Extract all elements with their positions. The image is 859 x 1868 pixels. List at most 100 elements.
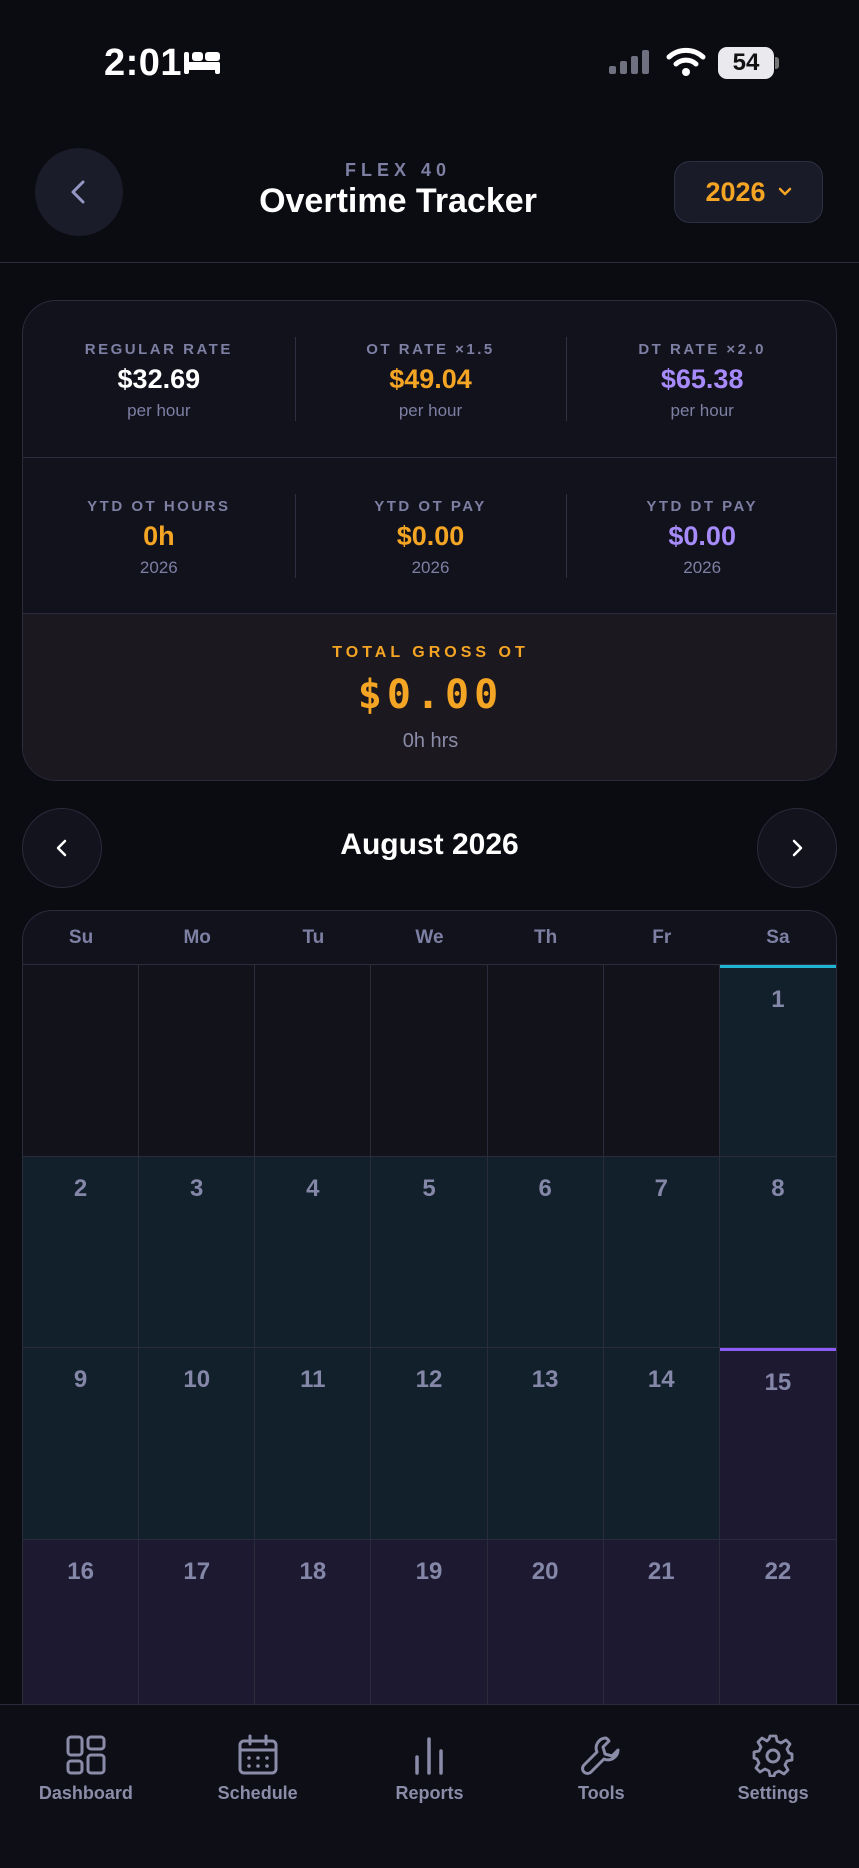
- bottom-tab-bar: Dashboard Schedule Reports Tools Setting…: [0, 1704, 859, 1868]
- day-cell[interactable]: 1: [719, 965, 836, 1157]
- calendar-week: 16 17 18 19 20 21 22: [23, 1539, 836, 1710]
- stat-sub: per hour: [670, 401, 734, 420]
- rates-row: REGULAR RATE $32.69 per hour OT RATE ×1.…: [23, 301, 836, 457]
- battery-indicator: 54: [718, 47, 780, 79]
- year-select[interactable]: 2026: [674, 161, 823, 223]
- day-cell[interactable]: 17: [139, 1539, 256, 1710]
- empty-day-cell: [23, 965, 140, 1157]
- regular-rate-stat: REGULAR RATE $32.69 per hour: [23, 301, 295, 457]
- day-cell[interactable]: 13: [487, 1348, 604, 1540]
- tab-label: Schedule: [217, 1783, 298, 1803]
- day-cell[interactable]: 18: [255, 1539, 372, 1710]
- day-cell[interactable]: 16: [23, 1539, 140, 1710]
- stat-value: $0.00: [668, 521, 736, 551]
- weekday-label: Fr: [652, 927, 672, 948]
- month-navigation: August 2026: [0, 808, 859, 888]
- day-cell[interactable]: 2: [23, 1156, 140, 1348]
- tab-dashboard[interactable]: Dashboard: [0, 1705, 172, 1868]
- year-value: 2026: [705, 176, 766, 207]
- day-cell[interactable]: 22: [719, 1539, 836, 1710]
- day-cell[interactable]: 11: [255, 1348, 372, 1540]
- stat-value: $49.04: [389, 364, 472, 394]
- day-cell[interactable]: 6: [487, 1156, 604, 1348]
- stat-label: YTD OT HOURS: [87, 498, 231, 515]
- tab-reports[interactable]: Reports: [344, 1705, 516, 1868]
- ytd-dt-pay-stat: YTD DT PAY $0.00 2026: [566, 458, 836, 613]
- calendar-week: 2 3 4 5 6 7 8: [23, 1156, 836, 1348]
- stat-label: YTD OT PAY: [374, 498, 487, 515]
- stat-label: OT RATE ×1.5: [366, 341, 495, 358]
- day-cell[interactable]: 5: [371, 1156, 488, 1348]
- day-cell[interactable]: 9: [23, 1348, 140, 1540]
- stat-label: REGULAR RATE: [84, 341, 233, 358]
- day-cell[interactable]: 15: [719, 1348, 836, 1540]
- calendar-week: 9 10 11 12 13 14 15: [23, 1348, 836, 1540]
- tab-settings[interactable]: Settings: [687, 1705, 859, 1868]
- ytd-row: YTD OT HOURS 0h 2026 YTD OT PAY $0.00 20…: [23, 457, 836, 613]
- tab-label: Dashboard: [38, 1783, 133, 1803]
- gear-icon: [752, 1734, 794, 1777]
- day-cell[interactable]: 7: [603, 1156, 720, 1348]
- day-cell[interactable]: 20: [487, 1539, 604, 1710]
- cellular-signal-icon: [609, 50, 649, 74]
- stat-sub: per hour: [398, 401, 463, 420]
- weekday-label: We: [415, 927, 444, 948]
- day-cell[interactable]: 12: [371, 1348, 488, 1540]
- empty-day-cell: [371, 965, 488, 1157]
- day-cell[interactable]: 8: [719, 1156, 836, 1348]
- stat-value: $32.69: [117, 364, 201, 394]
- ot-rate-stat: OT RATE ×1.5 $49.04 per hour: [294, 301, 567, 457]
- calendar-icon: [238, 1734, 278, 1775]
- dashboard-icon: [66, 1735, 106, 1775]
- total-gross-ot: TOTAL GROSS OT $0.00 0h hrs: [23, 613, 836, 780]
- chevron-down-icon: [778, 187, 791, 196]
- empty-day-cell: [603, 965, 720, 1157]
- stat-value: $0.00: [396, 521, 465, 551]
- weekday-label: Tu: [302, 927, 325, 948]
- ytd-ot-pay-stat: YTD OT PAY $0.00 2026: [294, 458, 567, 613]
- battery-level: 54: [732, 49, 760, 76]
- total-hours: 0h hrs: [402, 730, 459, 752]
- weekday-label: Su: [68, 927, 94, 948]
- day-cell[interactable]: 3: [139, 1156, 256, 1348]
- weekday-label: Sa: [766, 927, 790, 948]
- stat-sub: per hour: [127, 401, 191, 420]
- empty-day-cell: [487, 965, 604, 1157]
- empty-day-cell: [255, 965, 372, 1157]
- stat-value: $65.38: [660, 364, 744, 394]
- tab-schedule[interactable]: Schedule: [172, 1705, 344, 1868]
- bed-icon: [184, 52, 220, 74]
- next-month-button[interactable]: [757, 808, 837, 888]
- tab-label: Tools: [577, 1783, 625, 1803]
- weekday-label: Mo: [183, 927, 211, 948]
- day-cell[interactable]: 19: [371, 1539, 488, 1710]
- day-cell[interactable]: 21: [603, 1539, 720, 1710]
- wrench-icon: [581, 1736, 620, 1775]
- calendar-week: 1: [23, 965, 836, 1157]
- stat-label: YTD DT PAY: [646, 498, 759, 515]
- status-bar: 2:01 54: [0, 0, 859, 120]
- weekday-header: Su Mo Tu We Th Fr Sa: [23, 911, 836, 965]
- dt-rate-stat: DT RATE ×2.0 $65.38 per hour: [566, 301, 836, 457]
- stat-sub: 2026: [683, 558, 722, 577]
- stat-sub: 2026: [139, 558, 178, 577]
- weekday-label: Th: [534, 927, 558, 948]
- stat-sub: 2026: [411, 558, 450, 577]
- chevron-right-icon: [792, 839, 803, 857]
- calendar-grid: Su Mo Tu We Th Fr Sa 1 2 3 4 5 6 7 8 9 1…: [22, 910, 837, 1710]
- stat-value: 0h: [143, 521, 175, 551]
- tab-label: Settings: [737, 1783, 809, 1803]
- tab-tools[interactable]: Tools: [515, 1705, 687, 1868]
- day-cell[interactable]: 14: [603, 1348, 720, 1540]
- tab-label: Reports: [395, 1783, 464, 1803]
- day-cell[interactable]: 10: [139, 1348, 256, 1540]
- wifi-icon: [666, 47, 706, 76]
- stat-label: DT RATE ×2.0: [638, 341, 767, 358]
- ytd-ot-hours-stat: YTD OT HOURS 0h 2026: [23, 458, 295, 613]
- total-label: TOTAL GROSS OT: [332, 644, 529, 661]
- total-value: $0.00: [357, 672, 504, 718]
- day-cell[interactable]: 4: [255, 1156, 372, 1348]
- empty-day-cell: [139, 965, 256, 1157]
- header: FLEX 40 Overtime Tracker 2026: [0, 120, 859, 263]
- bar-chart-icon: [415, 1737, 444, 1775]
